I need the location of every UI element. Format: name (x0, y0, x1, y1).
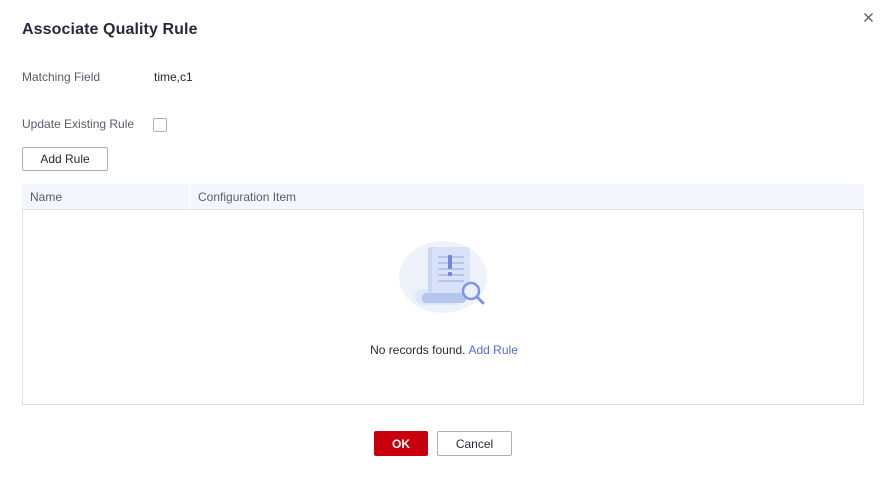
column-header-name: Name (30, 190, 63, 204)
ok-button[interactable]: OK (374, 431, 428, 456)
add-rule-button[interactable]: Add Rule (22, 147, 108, 171)
close-icon[interactable] (860, 9, 878, 27)
dialog-title: Associate Quality Rule (22, 21, 198, 38)
associate-quality-rule-dialog: Associate Quality Rule Matching Field ti… (0, 0, 887, 478)
update-existing-rule-label: Update Existing Rule (22, 117, 135, 131)
column-divider (189, 184, 190, 210)
matching-field-label: Matching Field (22, 70, 101, 84)
rules-table: Name Configuration Item No records found… (22, 184, 864, 405)
empty-records-icon (398, 239, 490, 319)
empty-state-text: No records found. (370, 343, 466, 357)
matching-field-value: time,c1 (154, 70, 193, 84)
update-existing-rule-checkbox[interactable] (153, 118, 167, 132)
cancel-button[interactable]: Cancel (437, 431, 512, 456)
column-header-configuration-item: Configuration Item (198, 190, 297, 204)
table-header: Name Configuration Item (22, 184, 864, 210)
empty-state-message: No records found. Add Rule (23, 343, 865, 357)
empty-state-add-rule-link[interactable]: Add Rule (469, 343, 518, 357)
